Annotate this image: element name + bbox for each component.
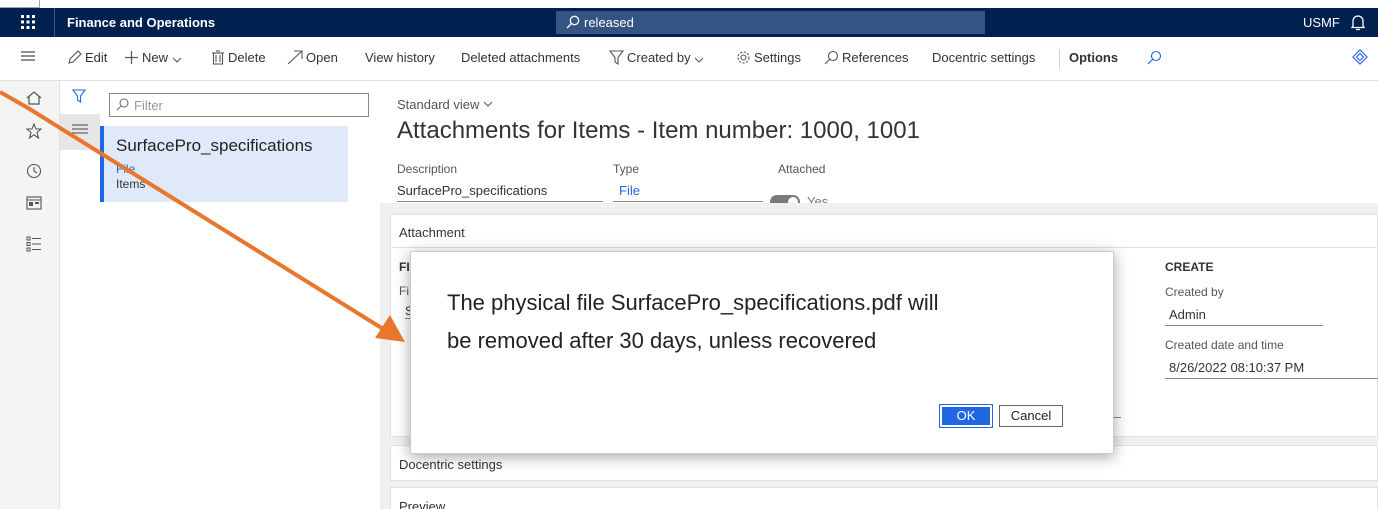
list-pane: Filter SurfacePro_specifications File It… (60, 81, 370, 509)
search-icon (116, 98, 129, 116)
view-history-button[interactable]: View history (365, 50, 435, 65)
search-icon (566, 15, 580, 34)
plus-icon (125, 51, 138, 64)
search-icon (824, 50, 839, 65)
create-group-heading: CREATE (1165, 260, 1214, 274)
global-search-text: released (584, 15, 634, 30)
cancel-button[interactable]: Cancel (999, 405, 1063, 427)
description-label: Description (397, 162, 458, 176)
app-window: Finance and Operations released USMF Edi… (0, 0, 1378, 509)
settings-label: Settings (754, 50, 801, 65)
list-filter-icon[interactable] (71, 89, 87, 108)
global-search-box[interactable]: released (556, 11, 985, 34)
new-button[interactable]: New (124, 50, 185, 65)
attachment-header[interactable]: Attachment (391, 215, 1378, 248)
trash-icon (212, 50, 224, 65)
chevron-down-icon (483, 101, 493, 107)
home-icon[interactable] (26, 91, 42, 110)
navigation-pane (0, 81, 60, 509)
options-tab[interactable]: Options (1069, 50, 1118, 65)
top-navigation-bar: Finance and Operations released USMF (0, 8, 1378, 37)
settings-button[interactable]: Settings (736, 50, 801, 65)
references-button[interactable]: References (824, 50, 908, 65)
background-window-edge (0, 0, 40, 8)
created-date-label: Created date and time (1165, 338, 1284, 352)
office-addins-icon[interactable] (1352, 49, 1371, 65)
deleted-attachments-button[interactable]: Deleted attachments (461, 50, 580, 65)
list-lines-icon (72, 124, 88, 134)
attached-label: Attached (778, 162, 826, 176)
gear-icon (737, 51, 750, 64)
list-item-type: File (116, 162, 136, 176)
docentric-settings-heading: Docentric settings (399, 457, 503, 472)
company-picker[interactable]: USMF (1303, 15, 1340, 30)
modules-list-icon[interactable] (26, 236, 42, 257)
type-field[interactable]: File (613, 180, 763, 202)
pencil-icon (68, 50, 82, 64)
filter-icon (608, 50, 625, 66)
created-by-label: Created by (627, 50, 691, 65)
view-name: Standard view (397, 97, 480, 112)
chevron-down-icon (172, 57, 182, 63)
action-separator (1059, 49, 1060, 69)
workspaces-icon[interactable] (26, 196, 42, 215)
list-strip (60, 81, 100, 509)
list-item[interactable]: SurfacePro_specifications File Items (100, 126, 348, 202)
action-search-icon[interactable] (1147, 50, 1165, 65)
created-by-label: Created by (1165, 285, 1224, 299)
dialog-message-line-1: The physical file SurfacePro_specificati… (447, 290, 939, 315)
attachment-heading: Attachment (399, 225, 465, 240)
list-view-toggle[interactable] (60, 114, 100, 150)
type-label: Type (613, 162, 640, 176)
hamburger-icon[interactable] (20, 48, 39, 64)
file-label-partial: Fi (399, 284, 409, 298)
recent-clock-icon[interactable] (26, 163, 42, 184)
confirmation-dialog: The physical file SurfacePro_specificati… (410, 251, 1114, 454)
preview-heading: Preview (399, 499, 446, 509)
ok-button[interactable]: OK (939, 404, 993, 428)
new-label: New (142, 50, 169, 65)
action-pane: Edit New Delete Open View history Delete… (0, 37, 1378, 81)
app-launcher-icon[interactable] (20, 14, 36, 30)
app-title[interactable]: Finance and Operations (67, 15, 215, 30)
favorites-star-icon[interactable] (25, 122, 43, 144)
docentric-settings-button[interactable]: Docentric settings (932, 50, 1035, 65)
references-label: References (842, 50, 909, 65)
open-button[interactable]: Open (287, 50, 338, 65)
created-by-field[interactable]: Admin (1165, 304, 1323, 326)
dialog-message-line-2: be removed after 30 days, unless recover… (447, 328, 877, 353)
launcher-divider (54, 8, 55, 37)
notification-bell-icon[interactable] (1350, 14, 1366, 36)
delete-label: Delete (228, 50, 266, 65)
list-item-title: SurfacePro_specifications (116, 136, 313, 155)
chevron-down-icon (694, 57, 704, 63)
page-title: Attachments for Items - Item number: 100… (397, 117, 920, 144)
open-label: Open (306, 50, 338, 65)
created-by-filter-button[interactable]: Created by (608, 50, 707, 66)
list-item-table: Items (116, 177, 146, 191)
list-filter-input[interactable]: Filter (109, 93, 369, 117)
dialog-message: The physical file SurfacePro_specificati… (447, 284, 1087, 360)
edit-button[interactable]: Edit (67, 50, 107, 65)
filter-placeholder: Filter (134, 98, 163, 113)
open-arrow-icon (287, 50, 303, 65)
delete-button[interactable]: Delete (211, 50, 266, 65)
preview-section[interactable]: Preview (390, 487, 1378, 509)
created-date-field[interactable]: 8/26/2022 08:10:37 PM (1165, 357, 1378, 379)
view-selector[interactable]: Standard view (397, 97, 493, 112)
edit-label: Edit (85, 50, 108, 65)
file-group-heading-partial: FI (399, 260, 410, 274)
description-field[interactable]: SurfacePro_specifications (397, 180, 603, 202)
